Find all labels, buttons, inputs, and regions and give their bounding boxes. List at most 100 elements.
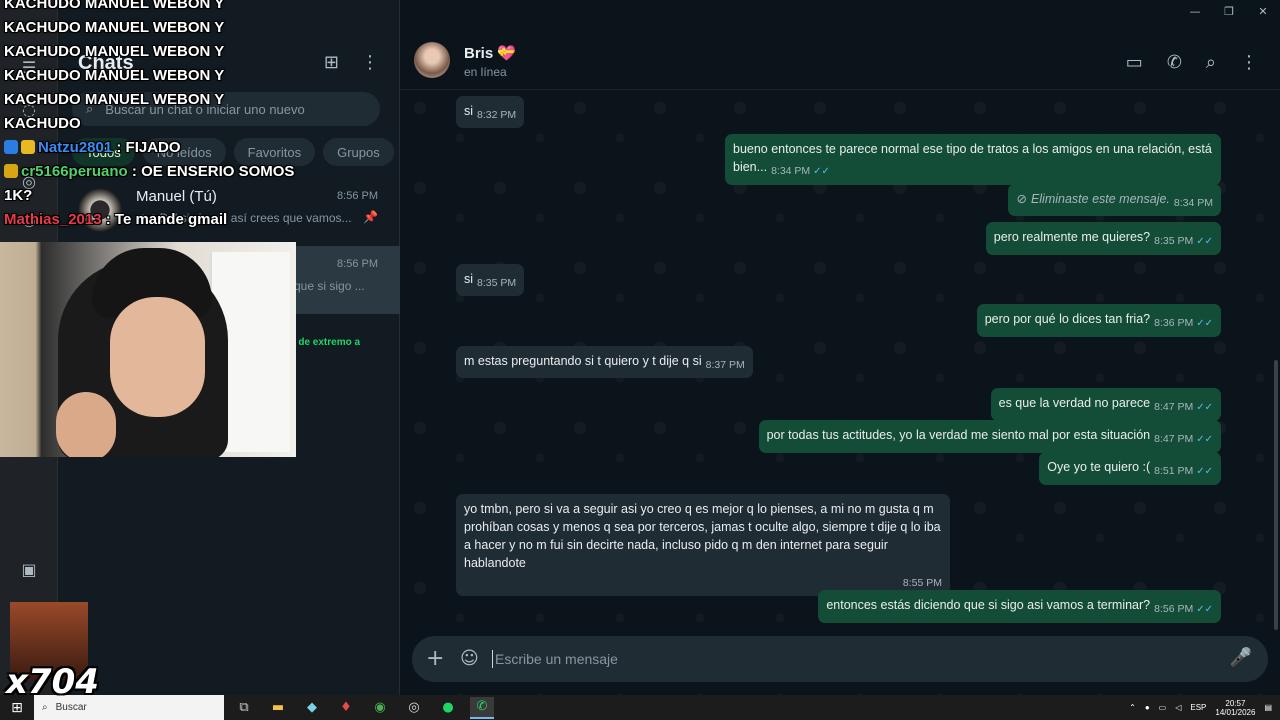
incoming-message[interactable]: si 8:35 PM bbox=[456, 264, 525, 296]
system-tray: ⌃ ● ▭ ◁ ESP 20:57 14/01/2026 ▤ bbox=[1129, 695, 1272, 720]
read-receipt-icon: ✓✓ bbox=[1196, 434, 1213, 445]
incoming-message[interactable]: si 8:32 PM bbox=[456, 96, 525, 128]
message-text: pero realmente me quieres? bbox=[993, 230, 1151, 244]
message-time: 8:55 PM bbox=[902, 577, 942, 589]
chat-preview: que si sigo ... bbox=[294, 279, 365, 293]
message-time: 8:56 PM bbox=[1154, 603, 1194, 615]
incoming-message[interactable]: m estas preguntando si t quiero y t dije… bbox=[456, 346, 753, 378]
outgoing-message[interactable]: por todas tus actitudes, yo la verdad me… bbox=[758, 420, 1221, 453]
message-meta: 8:32 PM bbox=[477, 106, 516, 124]
search-icon: ⌕ bbox=[42, 702, 48, 713]
webcam-arm bbox=[56, 392, 116, 457]
read-receipt-icon: ✓✓ bbox=[1196, 236, 1213, 247]
webcam-feed bbox=[0, 242, 296, 457]
outgoing-message[interactable]: entonces estás diciendo que si sigo asi … bbox=[818, 590, 1221, 623]
chrome-icon[interactable]: ◉ bbox=[368, 697, 392, 719]
read-receipt-icon: ✓✓ bbox=[813, 166, 830, 177]
overlay-message: cr5166peruano : OE ENSERIO SOMOS 1K? bbox=[4, 160, 304, 208]
contact-avatar[interactable] bbox=[414, 42, 450, 78]
window-controls: — ❐ ✕ bbox=[1178, 0, 1280, 22]
message-meta: 8:37 PM bbox=[706, 356, 745, 374]
message-text: m estas preguntando si t quiero y t dije… bbox=[464, 354, 702, 368]
close-button[interactable]: ✕ bbox=[1246, 0, 1280, 22]
message-time: 8:37 PM bbox=[705, 359, 745, 371]
new-chat-icon[interactable]: ⊞ bbox=[324, 52, 339, 73]
message-text: por todas tus actitudes, yo la verdad me… bbox=[766, 428, 1151, 442]
message-time: 8:35 PM bbox=[1154, 235, 1194, 247]
message-text: pero por qué lo dices tan fria? bbox=[984, 312, 1151, 326]
overlay-text: : FIJADO bbox=[116, 139, 181, 156]
scrollbar[interactable] bbox=[1274, 360, 1278, 630]
message-meta: 8:47 PM ✓✓ bbox=[1154, 398, 1213, 417]
chip-grupos[interactable]: Grupos bbox=[323, 138, 394, 166]
chevron-up-icon[interactable]: ⌃ bbox=[1129, 703, 1136, 712]
deleted-icon: ⊘ bbox=[1016, 191, 1031, 206]
message-time: 8:36 PM bbox=[1154, 317, 1194, 329]
chat-time: 8:56 PM bbox=[337, 258, 378, 270]
outgoing-message[interactable]: pero realmente me quieres? 8:35 PM ✓✓ bbox=[985, 222, 1221, 255]
notes-app-icon[interactable]: ◆ bbox=[300, 697, 324, 719]
screen: — ❐ ✕ ☰ ◌ ◎ ⚇ ▣ Chats ⊞ ⋮ ⌕ Buscar un ch… bbox=[0, 0, 1280, 720]
overlay-user: cr5166peruano bbox=[21, 163, 128, 180]
menu-icon[interactable]: ⋮ bbox=[361, 52, 379, 73]
whatsapp-icon[interactable]: ✆ bbox=[470, 696, 494, 719]
outgoing-message[interactable]: Oye yo te quiero :(8:51 PM ✓✓ bbox=[1039, 452, 1221, 485]
file-explorer-icon[interactable]: ▬ bbox=[266, 697, 290, 719]
mic-icon[interactable]: 🎤 bbox=[1230, 647, 1252, 668]
volume-icon[interactable]: ◁ bbox=[1175, 703, 1181, 712]
message-meta: 8:35 PM bbox=[477, 274, 516, 292]
chat-list-actions: ⊞ ⋮ bbox=[324, 52, 379, 73]
message-meta: 8:56 PM ✓✓ bbox=[1154, 600, 1213, 619]
clock-time: 20:57 bbox=[1225, 698, 1246, 708]
language-indicator[interactable]: ESP bbox=[1190, 703, 1206, 712]
network-icon[interactable]: ▭ bbox=[1159, 703, 1167, 712]
outgoing-message[interactable]: pero por qué lo dices tan fria? 8:36 PM ✓✓ bbox=[976, 304, 1221, 337]
mic-icon[interactable]: ● bbox=[1145, 703, 1150, 712]
attach-icon[interactable]: + bbox=[426, 646, 444, 671]
message-text: Oye yo te quiero :( bbox=[1047, 460, 1151, 474]
composer: + ☺ Escribe un mensaje 🎤 bbox=[412, 636, 1268, 682]
obs-icon[interactable]: ◎ bbox=[402, 697, 426, 719]
message-text: si bbox=[464, 104, 474, 118]
sticker-icon[interactable]: ☺ bbox=[460, 648, 479, 669]
outgoing-message[interactable]: es que la verdad no parece 8:47 PM ✓✓ bbox=[990, 388, 1221, 421]
message-text: es que la verdad no parece bbox=[998, 396, 1151, 410]
message-text: entonces estás diciendo que si sigo asi … bbox=[826, 598, 1151, 612]
notification-icon[interactable]: ▤ bbox=[1264, 703, 1272, 712]
spotify-icon[interactable]: ● bbox=[436, 697, 460, 719]
maximize-button[interactable]: ❐ bbox=[1212, 0, 1246, 22]
message-text: si bbox=[464, 272, 474, 286]
badge-icon bbox=[21, 140, 35, 154]
message-input[interactable]: Escribe un mensaje bbox=[492, 650, 618, 668]
outgoing-message[interactable]: bueno entonces te parece normal ese tipo… bbox=[725, 134, 1221, 185]
phone-icon[interactable]: ✆ bbox=[1167, 52, 1182, 73]
message-meta: 8:34 PM bbox=[1174, 194, 1213, 212]
app-icon[interactable]: ♦ bbox=[334, 697, 358, 719]
clock[interactable]: 20:57 14/01/2026 bbox=[1215, 699, 1255, 717]
message-time: 8:51 PM bbox=[1154, 465, 1194, 477]
incoming-message[interactable]: yo tmbn, pero si va a seguir asi yo creo… bbox=[456, 494, 950, 596]
read-receipt-icon: ✓✓ bbox=[1196, 604, 1213, 615]
pin-icon: 📌 bbox=[363, 210, 378, 224]
outgoing-message[interactable]: ⊘ Eliminaste este mensaje. 8:34 PM bbox=[1008, 184, 1221, 216]
message-meta: 8:47 PM ✓✓ bbox=[1154, 430, 1213, 449]
message-time: 8:32 PM bbox=[477, 109, 517, 121]
minimize-button[interactable]: — bbox=[1178, 0, 1212, 22]
search-icon[interactable]: ⌕ bbox=[1206, 52, 1216, 73]
message-time: 8:47 PM bbox=[1154, 433, 1194, 445]
contact-name[interactable]: Bris 💝 bbox=[464, 44, 516, 62]
message-time: 8:35 PM bbox=[477, 277, 517, 289]
media-icon[interactable]: ▣ bbox=[18, 560, 40, 582]
conversation-header: Bris 💝 en línea ▭ ✆ ⌕ ⋮ bbox=[400, 34, 1280, 90]
deleted-message-text: Eliminaste este mensaje. bbox=[1030, 192, 1170, 206]
task-view-icon[interactable]: ⧉ bbox=[232, 697, 256, 719]
overlay-message: Natzu2801 : FIJADO bbox=[4, 136, 304, 160]
crown-icon bbox=[4, 164, 18, 178]
conversation-pane: Bris 💝 en línea ▭ ✆ ⌕ ⋮ si 8:32 PM bueno e… bbox=[400, 0, 1280, 695]
menu-icon[interactable]: ⋮ bbox=[1240, 52, 1258, 73]
message-meta: 8:36 PM ✓✓ bbox=[1154, 314, 1213, 333]
contact-status: en línea bbox=[464, 65, 507, 79]
video-call-icon[interactable]: ▭ bbox=[1126, 52, 1143, 73]
overlay-user: Mathias_2013 bbox=[4, 211, 102, 228]
combo-counter: x704 bbox=[6, 662, 99, 702]
